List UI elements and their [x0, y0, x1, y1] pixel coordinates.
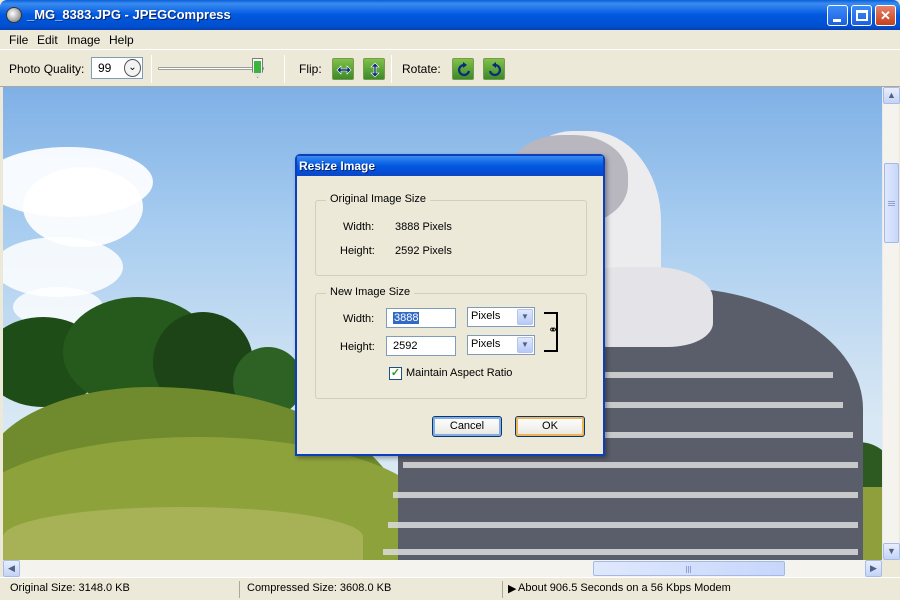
cancel-button[interactable]: Cancel — [432, 416, 502, 437]
chevron-down-icon[interactable]: ⌄ — [124, 59, 141, 77]
rotate-right-button[interactable] — [483, 58, 505, 80]
original-width-value: 3888 Pixels — [395, 221, 452, 233]
new-height-label: Height: — [340, 341, 375, 353]
flip-label: Flip: — [299, 62, 322, 76]
compressed-size-status: Compressed Size: 3608.0 KB — [247, 582, 392, 594]
rotate-left-icon — [458, 62, 471, 77]
flip-horizontal-button[interactable] — [332, 58, 354, 80]
scroll-up-arrow-icon[interactable]: ▲ — [883, 87, 900, 104]
ok-button[interactable]: OK — [515, 416, 585, 437]
title-bar[interactable]: _MG_8383.JPG - JPEGCompress ✕ — [0, 0, 900, 30]
toolbar-divider — [151, 55, 152, 83]
flip-vertical-button[interactable] — [363, 58, 385, 80]
toolbar-divider — [284, 55, 285, 83]
minimize-icon — [833, 19, 841, 22]
horizontal-scrollbar[interactable]: ◀ ▶ — [3, 560, 882, 577]
window-title: _MG_8383.JPG - JPEGCompress — [27, 7, 231, 22]
toolbar-divider — [391, 55, 392, 83]
new-height-input[interactable]: 2592 — [386, 336, 456, 356]
close-button[interactable]: ✕ — [875, 5, 896, 26]
menu-file[interactable]: File — [9, 33, 28, 47]
original-height-value: 2592 Pixels — [395, 245, 452, 257]
original-size-group: Original Image Size Width: 3888 Pixels H… — [315, 193, 587, 276]
scrollbar-corner — [882, 560, 899, 577]
vertical-scroll-thumb[interactable] — [884, 163, 899, 243]
app-icon[interactable] — [6, 7, 22, 23]
play-arrow-icon: ▶ — [508, 583, 517, 595]
horizontal-scroll-thumb[interactable] — [593, 561, 785, 576]
maintain-aspect-checkbox[interactable]: ✓ — [389, 367, 402, 380]
maximize-icon — [856, 10, 868, 21]
rotate-left-button[interactable] — [452, 58, 474, 80]
photo-quality-label: Photo Quality: — [9, 62, 85, 76]
rotate-label: Rotate: — [402, 62, 441, 76]
dialog-title: Resize Image — [297, 156, 603, 176]
new-size-group-label: New Image Size — [326, 286, 415, 298]
rotate-right-icon — [488, 62, 501, 77]
scroll-down-arrow-icon[interactable]: ▼ — [883, 543, 900, 560]
original-height-label: Height: — [340, 245, 375, 257]
maintain-aspect-label[interactable]: Maintain Aspect Ratio — [406, 367, 512, 379]
menu-bar: File Edit Image Help — [0, 30, 900, 50]
quality-slider[interactable] — [158, 67, 264, 70]
chevron-down-icon[interactable]: ▼ — [517, 309, 533, 325]
original-size-status: Original Size: 3148.0 KB — [10, 582, 130, 594]
close-icon: ✕ — [880, 8, 891, 23]
original-size-group-label: Original Image Size — [326, 193, 430, 205]
photo-quality-select[interactable]: 99 ⌄ — [91, 57, 143, 79]
new-height-value: 2592 — [393, 340, 418, 352]
width-unit-select[interactable]: Pixels ▼ — [467, 307, 535, 327]
new-width-input[interactable]: 3888 — [386, 308, 456, 328]
menu-image[interactable]: Image — [67, 33, 100, 47]
height-unit-value: Pixels — [471, 338, 501, 350]
scroll-left-arrow-icon[interactable]: ◀ — [3, 560, 20, 577]
photo-quality-value: 99 — [98, 61, 112, 75]
new-width-label: Width: — [343, 313, 375, 325]
chevron-down-icon[interactable]: ▼ — [517, 337, 533, 353]
check-icon: ✓ — [390, 367, 401, 379]
chain-link-icon[interactable]: ⚭ — [548, 323, 558, 337]
maximize-button[interactable] — [851, 5, 872, 26]
flip-horizontal-icon — [336, 65, 352, 75]
menu-edit[interactable]: Edit — [37, 33, 58, 47]
resize-image-dialog: Resize Image Original Image Size Width: … — [295, 154, 605, 456]
scroll-right-arrow-icon[interactable]: ▶ — [865, 560, 882, 577]
original-width-label: Width: — [343, 221, 375, 233]
download-time-status: About 906.5 Seconds on a 56 Kbps Modem — [518, 582, 731, 594]
vertical-scrollbar[interactable]: ▲ ▼ — [882, 87, 900, 560]
new-width-value: 3888 — [393, 312, 420, 324]
menu-help[interactable]: Help — [109, 33, 134, 47]
flip-vertical-icon — [370, 62, 380, 78]
minimize-button[interactable] — [827, 5, 848, 26]
height-unit-select[interactable]: Pixels ▼ — [467, 335, 535, 355]
status-bar: Original Size: 3148.0 KB Compressed Size… — [0, 577, 900, 600]
width-unit-value: Pixels — [471, 310, 501, 322]
